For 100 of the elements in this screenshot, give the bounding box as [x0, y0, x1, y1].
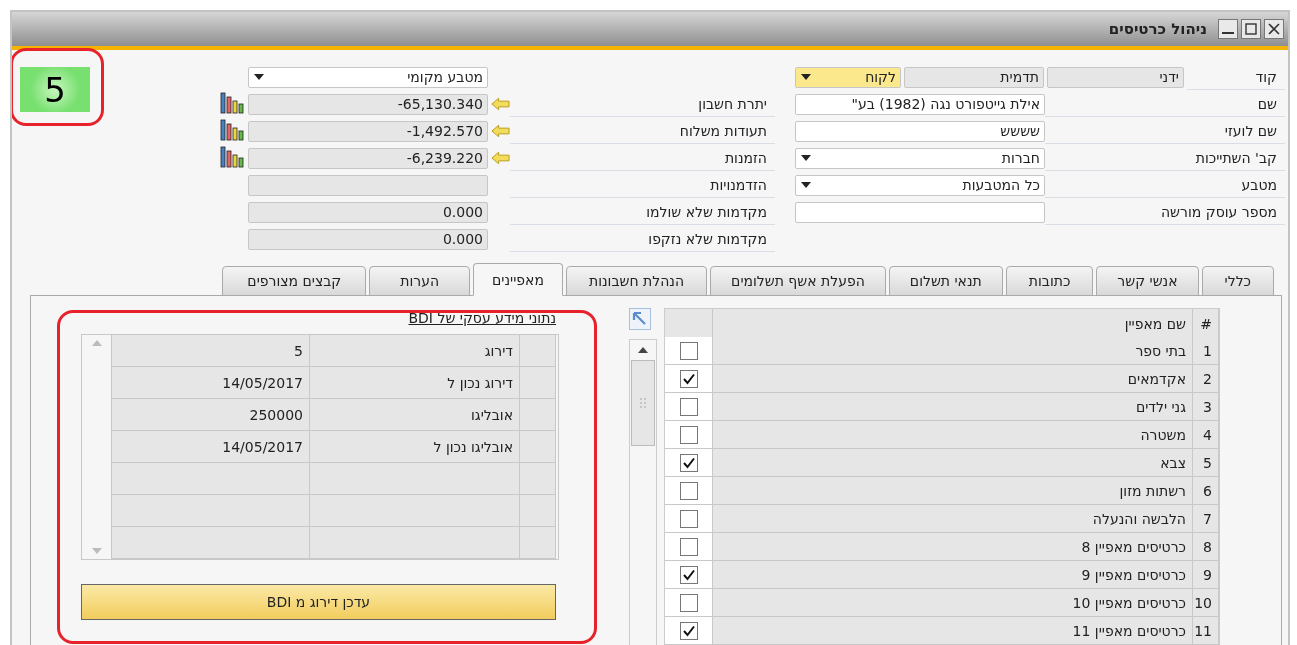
dropdown-field[interactable]: מטבע מקומי: [248, 66, 488, 88]
expand-icon[interactable]: [629, 308, 651, 330]
table-cell: 5: [112, 335, 310, 367]
row-number: 1: [1193, 337, 1219, 365]
amount-field: -65,130.340: [248, 93, 488, 115]
table-cell: אובליגו נכון ל: [310, 431, 520, 463]
checkbox[interactable]: [679, 369, 698, 388]
input-field[interactable]: שששש: [795, 120, 1045, 142]
table-cell: כרטיסים מאפיין 8: [713, 533, 1193, 561]
tab[interactable]: הפעלת אשף תשלומים: [710, 266, 886, 296]
table-cell: 250000: [112, 399, 310, 431]
checkbox[interactable]: [679, 397, 698, 416]
update-button[interactable]: עדכן דירוג מ BDI: [81, 584, 556, 620]
table-cell: 14/05/2017: [112, 431, 310, 463]
table-cell: 14/05/2017: [112, 367, 310, 399]
table-cell: אקדמאים: [713, 365, 1193, 393]
table-cell: גני ילדים: [713, 393, 1193, 421]
close-button[interactable]: [1264, 19, 1284, 39]
close-icon: [1268, 23, 1280, 35]
row-number: 6: [1193, 477, 1219, 505]
row-header-cell: [520, 495, 556, 527]
amount-field: 0.000: [248, 228, 488, 250]
section-title: נתוני מידע עסקי של BDI: [408, 310, 556, 326]
row-number: 7: [1193, 505, 1219, 533]
table-cell: משטרה: [713, 421, 1193, 449]
minimize-button[interactable]: [1218, 19, 1238, 39]
field-label: יתרת חשבון: [510, 91, 775, 117]
row-number: 5: [1193, 449, 1219, 477]
dropdown-arrow-icon[interactable]: [800, 154, 812, 162]
row-number: 9: [1193, 561, 1219, 589]
field-label: תעודות משלוח: [510, 118, 775, 144]
row-header-cell: [520, 463, 556, 495]
readonly-field: תדמית: [904, 66, 1044, 88]
tab[interactable]: כללי: [1201, 266, 1274, 296]
tab[interactable]: אנשי קשר: [1096, 266, 1199, 296]
dropdown-field[interactable]: חברות: [795, 147, 1045, 169]
checkbox[interactable]: [679, 565, 698, 584]
checkbox[interactable]: [679, 481, 698, 500]
tab[interactable]: קבצים מצורפים: [222, 266, 367, 296]
bar-chart-icon[interactable]: [220, 145, 244, 168]
dropdown-field[interactable]: לקוח: [795, 66, 901, 88]
row-header-cell: [520, 367, 556, 399]
tab[interactable]: הערות: [369, 266, 471, 296]
table-cell: בתי ספר: [713, 337, 1193, 365]
table-cell: כרטיסים מאפיין 10: [713, 589, 1193, 617]
field-label: מטבע: [1045, 172, 1285, 198]
dropdown-field[interactable]: כל המטבעות: [795, 174, 1045, 196]
maximize-icon: [1245, 23, 1257, 35]
amount-field: -6,239.220: [248, 147, 488, 169]
field-label: שם לועזי: [1045, 118, 1285, 144]
row-number: 4: [1193, 421, 1219, 449]
checkbox[interactable]: [679, 621, 698, 640]
table-cell: כרטיסים מאפיין 9: [713, 561, 1193, 589]
tab[interactable]: כתובות: [1005, 266, 1094, 296]
input-field[interactable]: אילת גייטפורט נגה (1982) בע": [795, 93, 1045, 115]
dropdown-arrow-icon[interactable]: [800, 73, 812, 81]
minimize-icon: [1222, 32, 1234, 34]
input-field[interactable]: [795, 201, 1045, 223]
bar-chart-icon[interactable]: [220, 91, 244, 114]
checkbox[interactable]: [679, 537, 698, 556]
maximize-button[interactable]: [1241, 19, 1261, 39]
scrollbar[interactable]: [629, 339, 657, 645]
field-label: שם: [1045, 91, 1285, 117]
checkbox[interactable]: [679, 593, 698, 612]
dropdown-arrow-icon[interactable]: [253, 73, 265, 81]
row-number: 11: [1193, 617, 1219, 645]
row-number: 8: [1193, 533, 1219, 561]
table-cell: דירוג: [310, 335, 520, 367]
field-label: מקדמות שלא שולמו: [510, 199, 775, 225]
row-header-cell: [520, 399, 556, 431]
column-header: #: [1193, 309, 1219, 339]
checkbox[interactable]: [679, 453, 698, 472]
row-number: 2: [1193, 365, 1219, 393]
field-label: מקדמות שלא נזקפו: [510, 226, 775, 252]
row-header-cell: [520, 431, 556, 463]
scroll-thumb[interactable]: [631, 360, 655, 446]
table-cell: צבא: [713, 449, 1193, 477]
amount-field: 0.000: [248, 201, 488, 223]
table-cell: דירוג נכון ל: [310, 367, 520, 399]
field-label: קב' השתייכות: [1045, 145, 1285, 171]
tab[interactable]: מאפיינים: [473, 263, 563, 296]
tab[interactable]: הנהלת חשבונות: [566, 266, 708, 296]
scroll-up-icon[interactable]: [637, 346, 649, 354]
window-title: ניהול כרטיסים: [1108, 20, 1207, 38]
checkbox[interactable]: [679, 341, 698, 360]
row-number: 10: [1193, 589, 1219, 617]
table-cell: הלבשה והנעלה: [713, 505, 1193, 533]
table-cell: אובליגו: [310, 399, 520, 431]
readonly-field: ידני: [1047, 66, 1184, 88]
field-label: מספר עוסק מורשה: [1045, 199, 1285, 225]
column-header: שם מאפיין: [713, 309, 1193, 339]
field-label: הזדמנויות: [510, 172, 775, 198]
dropdown-arrow-icon[interactable]: [800, 181, 812, 189]
table-cell: כרטיסים מאפיין 11: [713, 617, 1193, 645]
bar-chart-icon[interactable]: [220, 118, 244, 141]
row-number: 3: [1193, 393, 1219, 421]
table-cell: רשתות מזון: [713, 477, 1193, 505]
checkbox[interactable]: [679, 425, 698, 444]
checkbox[interactable]: [679, 509, 698, 528]
tab[interactable]: תנאי תשלום: [888, 266, 1003, 296]
